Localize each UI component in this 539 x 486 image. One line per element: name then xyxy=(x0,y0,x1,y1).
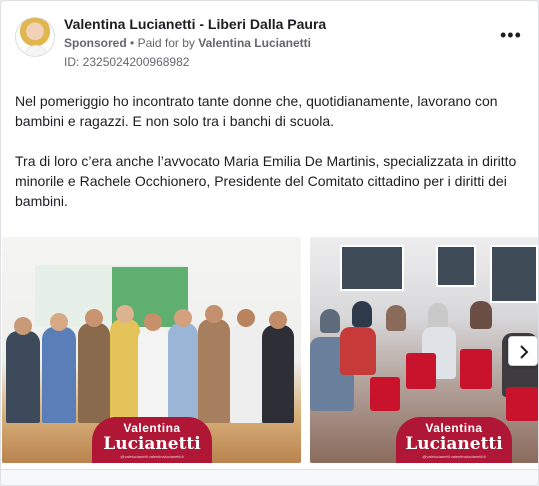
window xyxy=(340,245,404,291)
carousel-card-group-photo[interactable]: Valentina Lucianetti @valelucianetti val… xyxy=(2,237,301,463)
person-head xyxy=(269,311,287,329)
audience-member xyxy=(470,301,492,329)
audience-member xyxy=(340,327,376,375)
meta-separator: • xyxy=(130,36,135,50)
body-paragraph-1: Nel pomeriggio ho incontrato tante donne… xyxy=(15,93,498,129)
person-head xyxy=(116,305,134,323)
audience-member xyxy=(352,301,372,327)
red-chair xyxy=(370,377,400,411)
brand-social-handles: @valelucianetti valentinalucianetti.it xyxy=(422,454,486,459)
ad-header: Valentina Lucianetti - Liberi Dalla Paur… xyxy=(13,13,526,73)
person-head xyxy=(205,305,223,323)
more-horizontal-icon: ••• xyxy=(500,25,522,45)
red-chair xyxy=(506,387,538,421)
group-of-women xyxy=(2,273,301,423)
ad-id: ID: 2325024200968982 xyxy=(64,55,190,69)
payer-name: Valentina Lucianetti xyxy=(198,36,311,50)
brand-last-name: Lucianetti xyxy=(405,434,503,454)
card-footer xyxy=(1,469,538,485)
carousel-card-audience-photo[interactable]: Valentina Lucianetti @valelucianetti val… xyxy=(310,237,538,463)
person xyxy=(230,323,262,423)
chevron-right-icon xyxy=(520,345,529,359)
brand-last-name: Lucianetti xyxy=(103,434,201,454)
ad-card: Valentina Lucianetti - Liberi Dalla Paur… xyxy=(0,0,539,486)
brand-first-name: Valentina xyxy=(425,421,483,435)
person xyxy=(198,319,230,423)
body-paragraph-2: Tra di loro c’era anche l’avvocato Maria… xyxy=(15,153,517,209)
person xyxy=(78,323,110,423)
person-head xyxy=(144,313,162,331)
page-name[interactable]: Valentina Lucianetti - Liberi Dalla Paur… xyxy=(64,16,326,32)
window xyxy=(436,245,476,287)
person-head xyxy=(14,317,32,335)
person-head xyxy=(237,309,255,327)
ad-body-text: Nel pomeriggio ho incontrato tante donne… xyxy=(15,91,520,244)
window xyxy=(490,245,538,303)
audience-member xyxy=(320,309,340,333)
avatar[interactable] xyxy=(15,17,55,57)
avatar-figure xyxy=(24,45,48,56)
paid-for-label: Paid for by xyxy=(137,36,195,50)
person xyxy=(110,319,140,423)
person xyxy=(262,325,294,423)
person xyxy=(42,327,76,423)
red-chair xyxy=(406,353,436,389)
image-carousel: Valentina Lucianetti @valelucianetti val… xyxy=(1,237,538,465)
audience-member xyxy=(386,305,406,331)
person-head xyxy=(50,313,68,331)
brand-social-handles: @valelucianetti valentinalucianetti.it xyxy=(120,454,184,459)
brand-badge: Valentina Lucianetti @valelucianetti val… xyxy=(396,417,512,463)
audience-member xyxy=(428,303,448,329)
person-head xyxy=(174,309,192,327)
brand-first-name: Valentina xyxy=(123,421,181,435)
person xyxy=(138,327,168,423)
red-chair xyxy=(460,349,492,389)
sponsored-label: Sponsored xyxy=(64,36,127,50)
person xyxy=(168,323,198,423)
carousel-next-button[interactable] xyxy=(508,336,538,366)
more-options-button[interactable]: ••• xyxy=(500,26,521,45)
person xyxy=(6,331,40,423)
sponsor-line: Sponsored • Paid for by Valentina Lucian… xyxy=(64,36,311,50)
brand-badge: Valentina Lucianetti @valelucianetti val… xyxy=(92,417,212,463)
person-head xyxy=(85,309,103,327)
